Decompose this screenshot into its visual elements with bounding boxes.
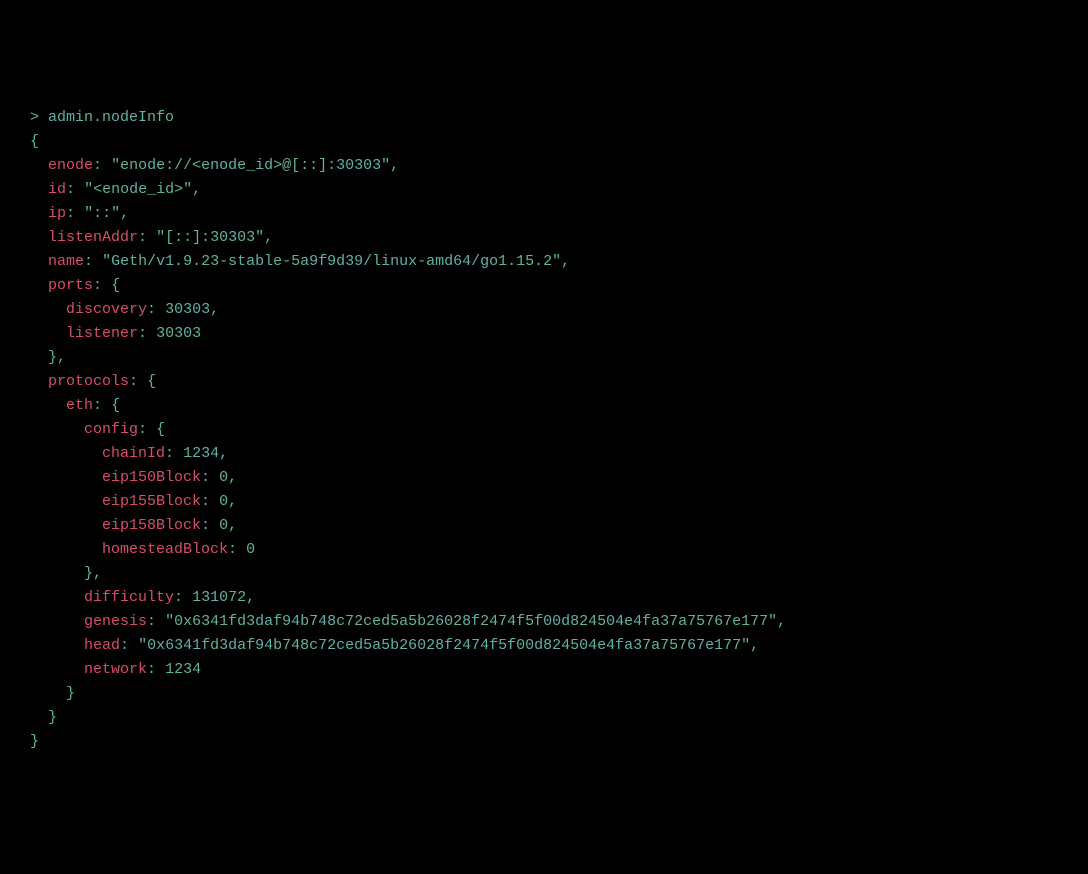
close-brace: } [48,709,57,726]
value-enode: "enode://<enode_id>@[::]:30303" [111,157,390,174]
value-eip150block: 0 [219,469,228,486]
prompt-symbol: > [30,109,48,126]
key-protocols: protocols [48,373,129,390]
colon: : [228,541,237,558]
open-brace: { [147,373,156,390]
colon: : [147,301,156,318]
key-listenaddr: listenAddr [48,229,138,246]
comma: , [120,205,129,222]
key-config: config [84,421,138,438]
value-discovery: 30303 [165,301,210,318]
colon: : [201,469,210,486]
comma: , [228,469,237,486]
key-name: name [48,253,84,270]
colon: : [84,253,93,270]
open-brace: { [111,397,120,414]
comma: , [246,589,255,606]
key-ip: ip [48,205,66,222]
colon: : [66,205,75,222]
key-enode: enode [48,157,93,174]
terminal-output[interactable]: > admin.nodeInfo { enode: "enode://<enod… [30,106,1058,754]
colon: : [174,589,183,606]
value-genesis: "0x6341fd3daf94b748c72ced5a5b26028f2474f… [165,613,777,630]
close-brace: } [30,733,39,750]
close-brace-comma: }, [84,565,102,582]
value-network: 1234 [165,661,201,678]
colon: : [93,277,102,294]
comma: , [561,253,570,270]
key-eip155block: eip155Block [102,493,201,510]
key-genesis: genesis [84,613,147,630]
close-brace: } [66,685,75,702]
value-homesteadblock: 0 [246,541,255,558]
key-eip158block: eip158Block [102,517,201,534]
colon: : [147,661,156,678]
comma: , [777,613,786,630]
comma: , [228,493,237,510]
key-homesteadblock: homesteadBlock [102,541,228,558]
key-ports: ports [48,277,93,294]
value-id: "<enode_id>" [84,181,192,198]
comma: , [390,157,399,174]
key-listener: listener [66,325,138,342]
value-eip155block: 0 [219,493,228,510]
comma: , [228,517,237,534]
colon: : [66,181,75,198]
colon: : [93,397,102,414]
value-listener: 30303 [156,325,201,342]
colon: : [138,421,147,438]
comma: , [750,637,759,654]
key-head: head [84,637,120,654]
value-name: "Geth/v1.9.23-stable-5a9f9d39/linux-amd6… [102,253,561,270]
colon: : [201,493,210,510]
key-chainid: chainId [102,445,165,462]
open-brace: { [30,133,39,150]
key-id: id [48,181,66,198]
key-discovery: discovery [66,301,147,318]
value-listenaddr: "[::]:30303" [156,229,264,246]
colon: : [201,517,210,534]
colon: : [93,157,102,174]
key-eip150block: eip150Block [102,469,201,486]
key-difficulty: difficulty [84,589,174,606]
comma: , [210,301,219,318]
open-brace: { [156,421,165,438]
command-text: admin.nodeInfo [48,109,174,126]
value-chainid: 1234 [183,445,219,462]
comma: , [264,229,273,246]
open-brace: { [111,277,120,294]
colon: : [165,445,174,462]
value-ip: "::" [84,205,120,222]
colon: : [120,637,129,654]
comma: , [219,445,228,462]
value-head: "0x6341fd3daf94b748c72ced5a5b26028f2474f… [138,637,750,654]
colon: : [138,229,147,246]
value-eip158block: 0 [219,517,228,534]
value-difficulty: 131072 [192,589,246,606]
colon: : [129,373,138,390]
comma: , [192,181,201,198]
key-eth: eth [66,397,93,414]
colon: : [138,325,147,342]
key-network: network [84,661,147,678]
close-brace-comma: }, [48,349,66,366]
colon: : [147,613,156,630]
